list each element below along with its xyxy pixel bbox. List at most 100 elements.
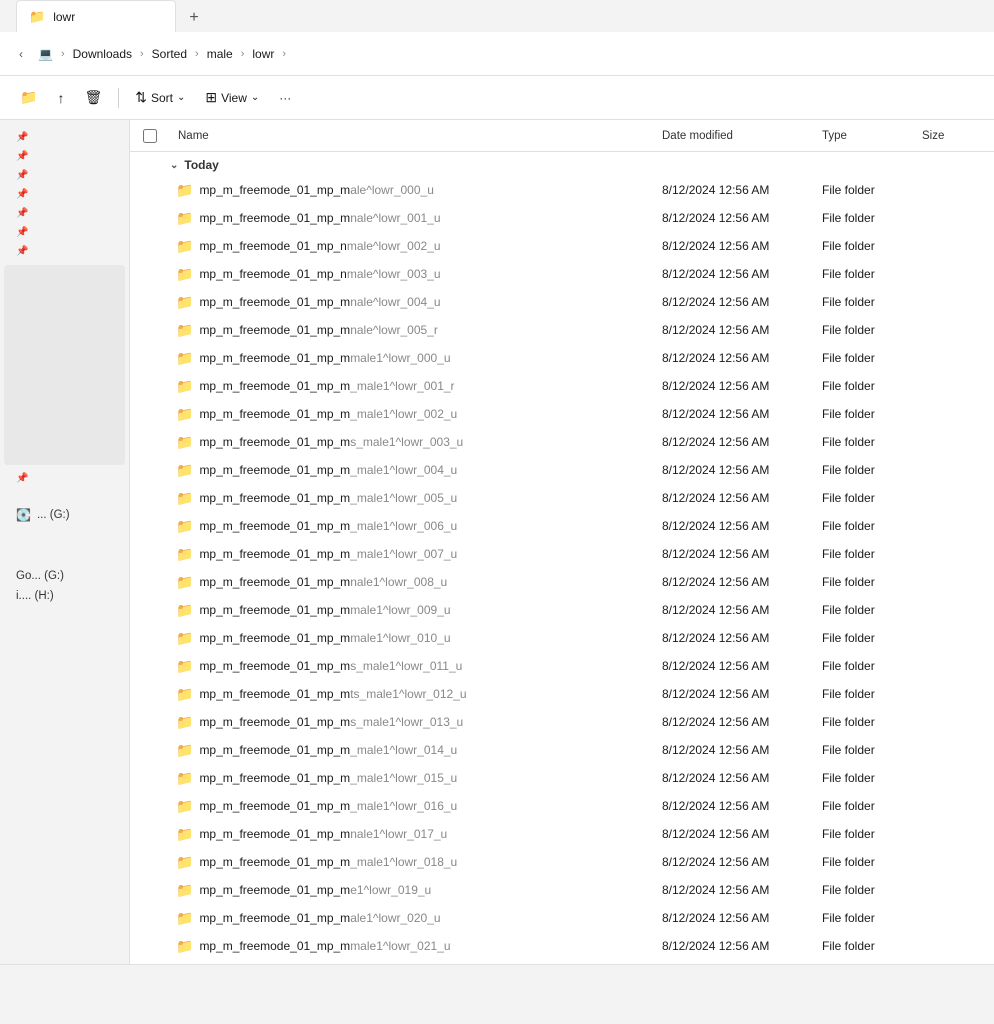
view-button[interactable]: ⊞ View ⌄: [197, 82, 267, 114]
table-row[interactable]: 📁 mp_m_freemode_01_mp_mnale^lowr_001_u 8…: [130, 204, 994, 232]
table-row[interactable]: 📁 mp_m_freemode_01_mp_nmale^lowr_002_u 8…: [130, 232, 994, 260]
sidebar-item-go-h[interactable]: i.... (H:): [4, 586, 125, 606]
new-tab-button[interactable]: +: [180, 4, 208, 32]
delete-button[interactable]: 🗑: [76, 82, 110, 114]
column-name[interactable]: Name: [170, 130, 654, 142]
breadcrumb-item-lowr[interactable]: lowr: [248, 45, 278, 63]
select-all-checkbox[interactable]: [143, 129, 157, 143]
tab-label: lowr: [53, 10, 75, 24]
file-type-13: File folder: [814, 547, 914, 561]
table-row[interactable]: 📁 mp_m_freemode_01_mp_mts_male1^lowr_012…: [130, 680, 994, 708]
sort-chevron-icon: ⌄: [177, 92, 185, 103]
file-type-9: File folder: [814, 435, 914, 449]
sidebar-item-pin-3[interactable]: 📌: [4, 166, 125, 185]
file-name-container-17: 📁 mp_m_freemode_01_mp_ms_male1^lowr_011_…: [170, 658, 654, 675]
table-row[interactable]: 📁 mp_m_freemode_01_mp_ms_male1^lowr_003_…: [130, 428, 994, 456]
table-row[interactable]: 📁 mp_m_freemode_01_mp_male^lowr_000_u 8/…: [130, 176, 994, 204]
sort-button[interactable]: ⇅ Sort ⌄: [127, 82, 193, 114]
table-row[interactable]: 📁 mp_m_freemode_01_mp_m_male1^lowr_002_u…: [130, 400, 994, 428]
table-row[interactable]: 📁 mp_m_freemode_01_mp_me1^lowr_019_u 8/1…: [130, 876, 994, 904]
group-header-today[interactable]: ⌄ Today: [130, 152, 994, 176]
file-name-18: mp_m_freemode_01_mp_mts_male1^lowr_012_u: [193, 687, 654, 701]
file-type-18: File folder: [814, 687, 914, 701]
column-size-label: Size: [922, 130, 944, 142]
breadcrumb-item-sorted[interactable]: Sorted: [148, 45, 191, 63]
file-name-11: mp_m_freemode_01_mp_m_male1^lowr_005_u: [193, 491, 654, 505]
breadcrumb-item-male[interactable]: male: [203, 45, 237, 63]
sidebar-item-pin-1[interactable]: 📌: [4, 128, 125, 147]
column-name-label: Name: [178, 130, 209, 142]
file-type-26: File folder: [814, 911, 914, 925]
folder-icon-15: 📁: [176, 602, 193, 619]
sidebar-item-pin-8[interactable]: 📌: [4, 469, 125, 488]
group-arrow-icon: ⌄: [170, 160, 178, 171]
table-row[interactable]: 📁 mp_m_freemode_01_mp_male1^lowr_020_u 8…: [130, 904, 994, 932]
file-date-19: 8/12/2024 12:56 AM: [654, 715, 814, 729]
table-row[interactable]: 📁 mp_m_freemode_01_mp_mnale1^lowr_017_u …: [130, 820, 994, 848]
file-name-container-27: 📁 mp_m_freemode_01_mp_mmale1^lowr_021_u: [170, 938, 654, 955]
sidebar-item-go-g[interactable]: Go... (G:): [4, 566, 125, 586]
table-row[interactable]: 📁 mp_m_freemode_01_mp_ms_male1^lowr_013_…: [130, 708, 994, 736]
table-row[interactable]: 📁 mp_m_freemode_01_mp_m_male1^lowr_014_u…: [130, 736, 994, 764]
table-row[interactable]: 📁 mp_m_freemode_01_mp_m_male1^lowr_005_u…: [130, 484, 994, 512]
table-row[interactable]: 📁 mp_m_freemode_01_mp_m_male1^lowr_015_u…: [130, 764, 994, 792]
table-row[interactable]: 📁 mp_m_freemode_01_mp_m_male1^lowr_004_u…: [130, 456, 994, 484]
share-button[interactable]: ↑: [49, 82, 72, 114]
table-row[interactable]: 📁 mp_m_freemode_01_mp_m_nale1^lowr_022_u…: [130, 960, 994, 964]
table-row[interactable]: 📁 mp_m_freemode_01_mp_mmale1^lowr_021_u …: [130, 932, 994, 960]
sidebar-item-pin-4[interactable]: 📌: [4, 185, 125, 204]
back-button[interactable]: ‹: [12, 45, 30, 63]
sidebar-item-pin-7[interactable]: 📌: [4, 242, 125, 261]
file-date-12: 8/12/2024 12:56 AM: [654, 519, 814, 533]
table-row[interactable]: 📁 mp_m_freemode_01_mp_m_male1^lowr_018_u…: [130, 848, 994, 876]
table-row[interactable]: 📁 mp_m_freemode_01_mp_m_male1^lowr_016_u…: [130, 792, 994, 820]
sidebar-go-g-label: Go... (G:): [16, 570, 64, 582]
more-button[interactable]: ···: [271, 82, 299, 114]
table-row[interactable]: 📁 mp_m_freemode_01_mp_m_male1^lowr_001_r…: [130, 372, 994, 400]
sidebar-spacer2: [0, 526, 129, 566]
folder-icon-25: 📁: [176, 882, 193, 899]
file-date-15: 8/12/2024 12:56 AM: [654, 603, 814, 617]
file-type-4: File folder: [814, 295, 914, 309]
column-size[interactable]: Size: [914, 130, 994, 142]
breadcrumb-sep-4: ›: [282, 48, 286, 60]
breadcrumb-item-computer[interactable]: 💻: [34, 45, 57, 63]
file-name-container-19: 📁 mp_m_freemode_01_mp_ms_male1^lowr_013_…: [170, 714, 654, 731]
table-row[interactable]: 📁 mp_m_freemode_01_mp_nmale^lowr_003_u 8…: [130, 260, 994, 288]
breadcrumb-item-downloads[interactable]: Downloads: [69, 45, 136, 63]
file-list-header: Name Date modified Type Size: [130, 120, 994, 152]
file-date-2: 8/12/2024 12:56 AM: [654, 239, 814, 253]
table-row[interactable]: 📁 mp_m_freemode_01_mp_ms_male1^lowr_011_…: [130, 652, 994, 680]
new-folder-button[interactable]: 📁: [12, 82, 45, 114]
sidebar-item-pin-6[interactable]: 📌: [4, 223, 125, 242]
file-date-20: 8/12/2024 12:56 AM: [654, 743, 814, 757]
column-type[interactable]: Type: [814, 130, 914, 142]
sidebar-spacer: [0, 488, 129, 504]
sidebar-item-drive-g[interactable]: 💽 ... (G:): [4, 504, 125, 526]
file-type-6: File folder: [814, 351, 914, 365]
folder-icon-22: 📁: [176, 798, 193, 815]
file-type-21: File folder: [814, 771, 914, 785]
tab-active[interactable]: 📁 lowr: [16, 0, 176, 32]
table-row[interactable]: 📁 mp_m_freemode_01_mp_m_male1^lowr_006_u…: [130, 512, 994, 540]
table-row[interactable]: 📁 mp_m_freemode_01_mp_mmale1^lowr_010_u …: [130, 624, 994, 652]
file-type-25: File folder: [814, 883, 914, 897]
column-date[interactable]: Date modified: [654, 130, 814, 142]
file-date-9: 8/12/2024 12:56 AM: [654, 435, 814, 449]
sidebar-item-pin-5[interactable]: 📌: [4, 204, 125, 223]
header-check[interactable]: [130, 129, 170, 143]
table-row[interactable]: 📁 mp_m_freemode_01_mp_mnale1^lowr_008_u …: [130, 568, 994, 596]
file-date-6: 8/12/2024 12:56 AM: [654, 351, 814, 365]
table-row[interactable]: 📁 mp_m_freemode_01_mp_mnale^lowr_005_r 8…: [130, 316, 994, 344]
pin-icon-3: 📌: [16, 170, 28, 181]
file-name-14: mp_m_freemode_01_mp_mnale1^lowr_008_u: [193, 575, 654, 589]
folder-icon-0: 📁: [176, 182, 193, 199]
table-row[interactable]: 📁 mp_m_freemode_01_mp_mnale^lowr_004_u 8…: [130, 288, 994, 316]
table-row[interactable]: 📁 mp_m_freemode_01_mp_m_male1^lowr_007_u…: [130, 540, 994, 568]
file-name-container-2: 📁 mp_m_freemode_01_mp_nmale^lowr_002_u: [170, 238, 654, 255]
sidebar: 📌 📌 📌 📌 📌 📌 📌 📌 💽 ... (G:): [0, 120, 130, 964]
table-row[interactable]: 📁 mp_m_freemode_01_mp_mmale1^lowr_009_u …: [130, 596, 994, 624]
table-row[interactable]: 📁 mp_m_freemode_01_mp_mmale1^lowr_000_u …: [130, 344, 994, 372]
pin-icon-2: 📌: [16, 151, 28, 162]
sidebar-item-pin-2[interactable]: 📌: [4, 147, 125, 166]
